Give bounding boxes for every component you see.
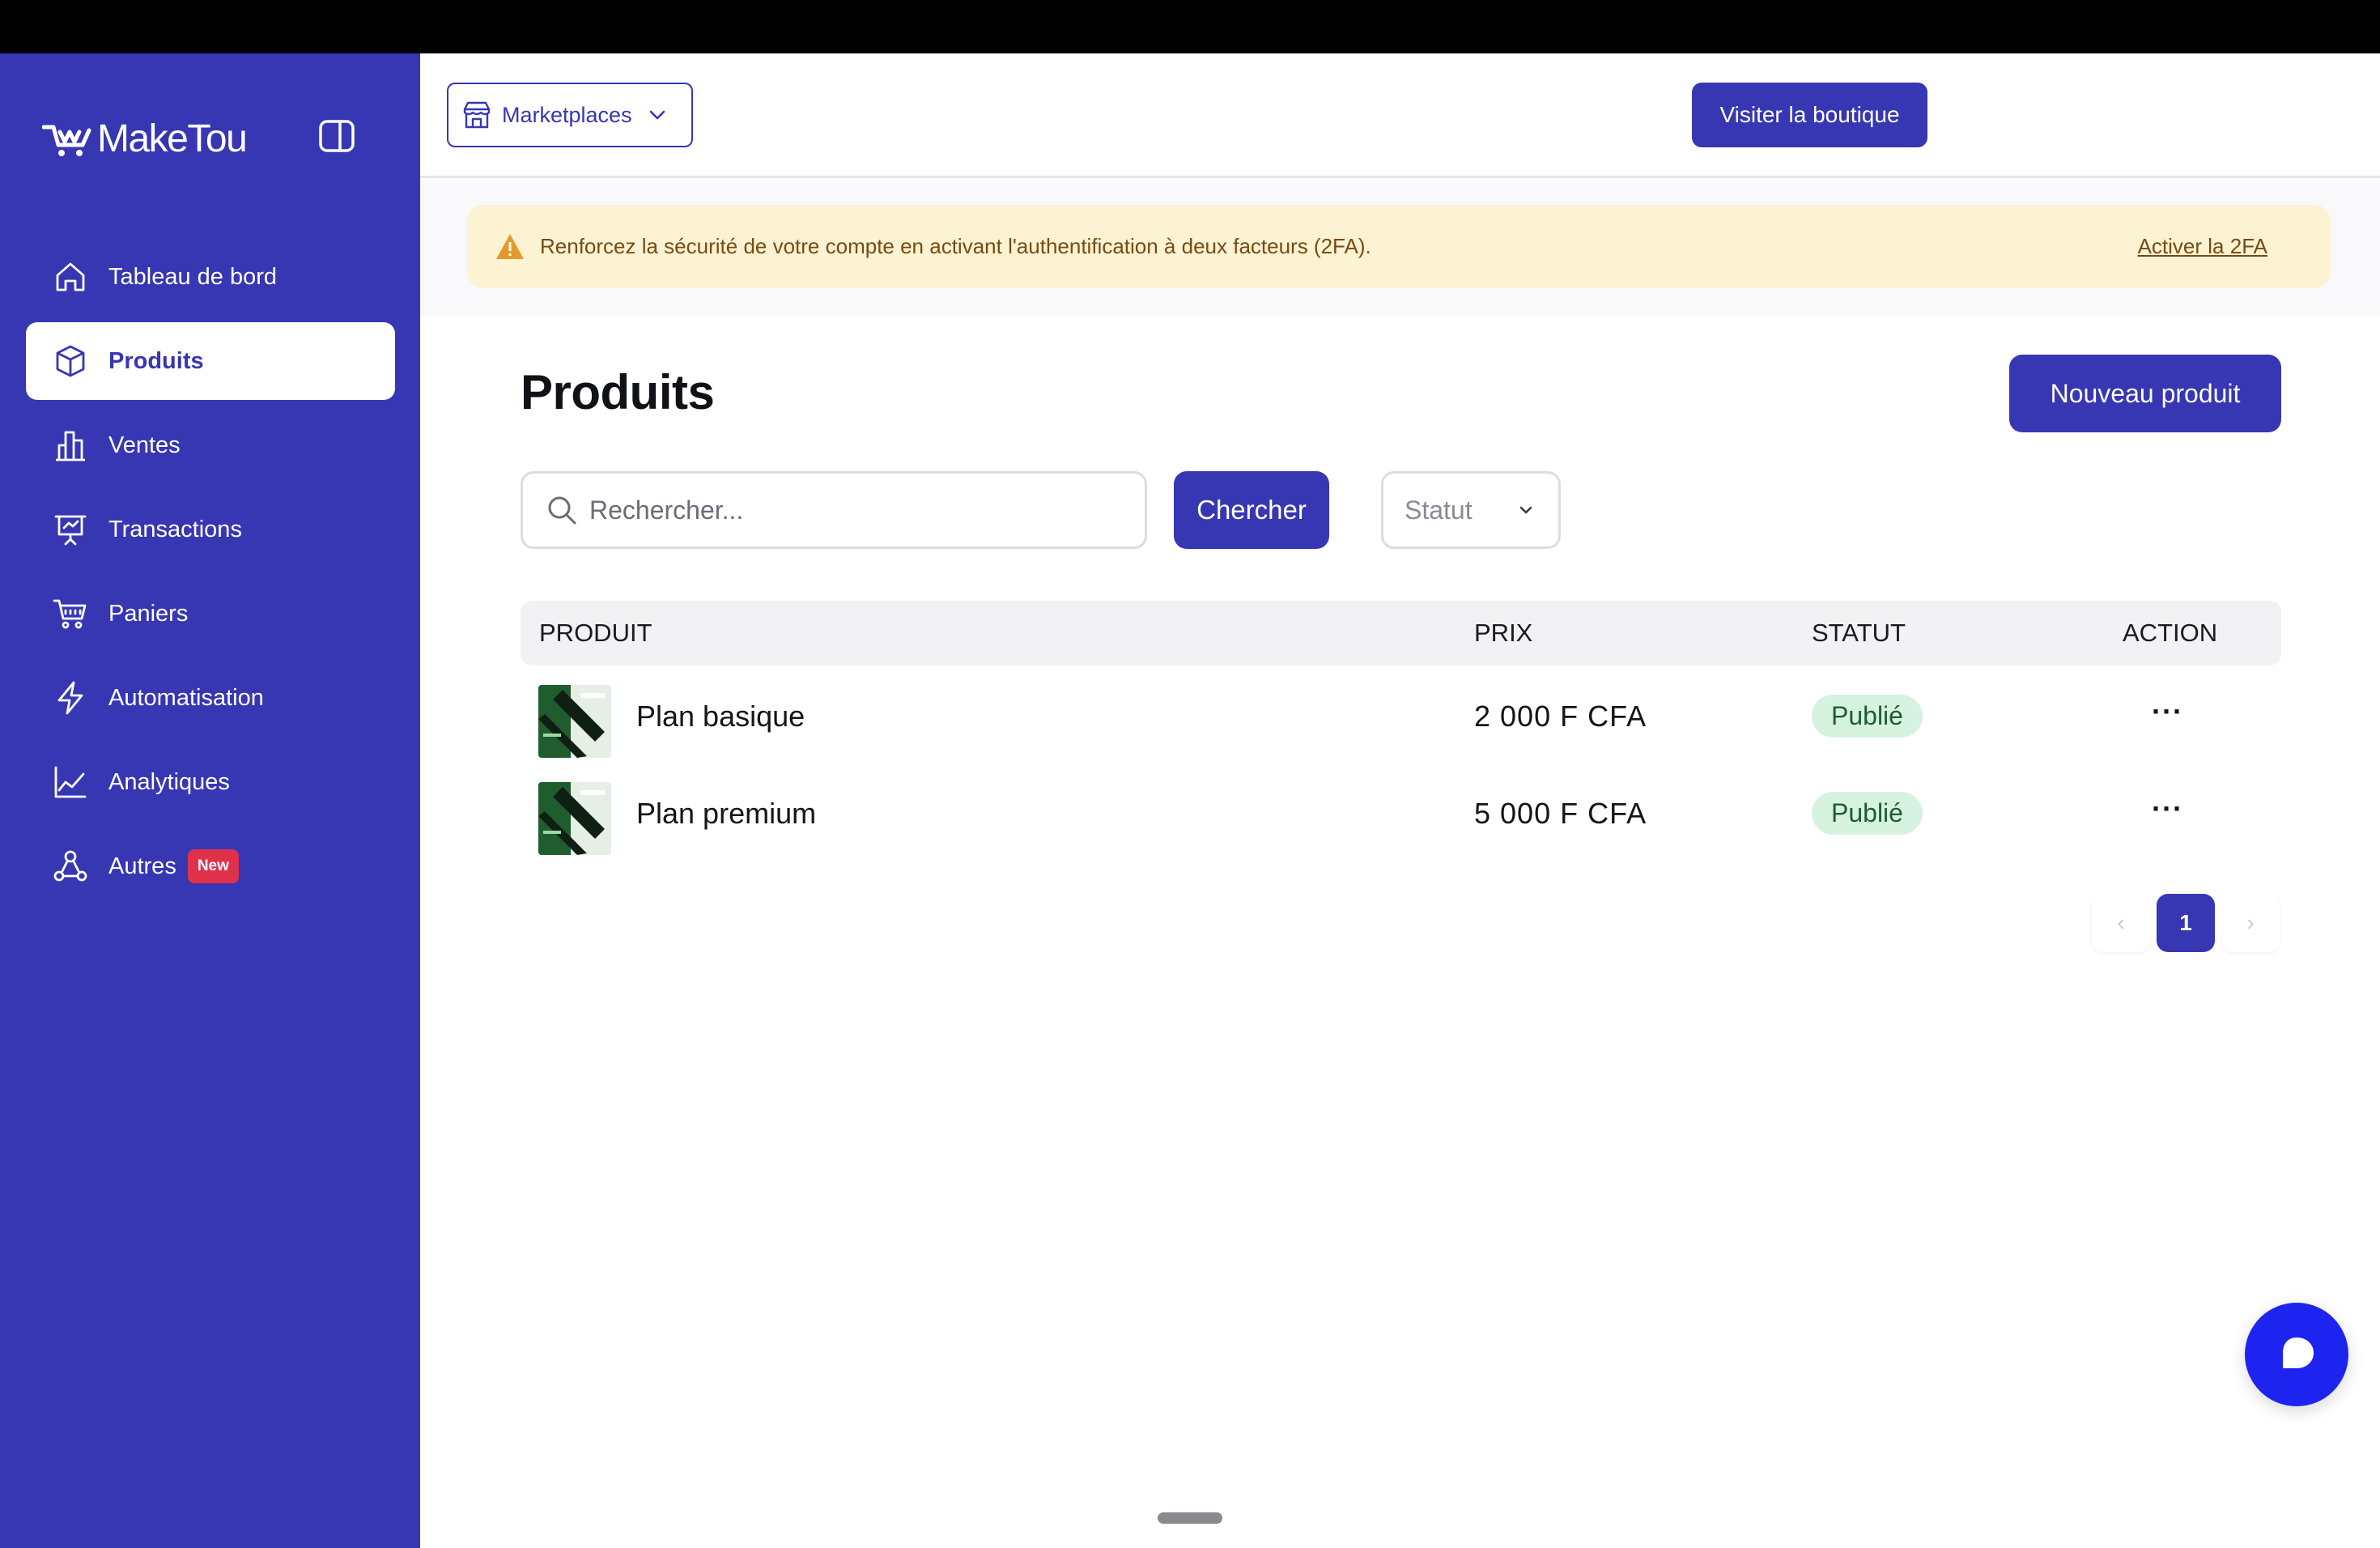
sidebar-nav: Tableau de bord Produits Ventes Transact… bbox=[26, 238, 395, 912]
sidebar-item-label: Paniers bbox=[108, 600, 189, 627]
sidebar-toggle-icon[interactable] bbox=[317, 118, 356, 154]
chat-bubble-icon bbox=[2283, 1337, 2314, 1368]
sidebar: MakeTou Tableau de bord Produits Ventes bbox=[0, 53, 420, 1548]
table-header: PRODUIT PRIX STATUT ACTION bbox=[521, 601, 2281, 666]
line-chart-icon bbox=[52, 763, 89, 801]
page-title: Produits bbox=[521, 365, 715, 419]
visit-shop-button[interactable]: Visiter la boutique bbox=[1692, 83, 1927, 147]
sidebar-item-paniers[interactable]: Paniers bbox=[26, 575, 395, 653]
home-indicator bbox=[1158, 1512, 1222, 1524]
sidebar-item-label: Automatisation bbox=[108, 684, 264, 711]
pagination-page-1[interactable]: 1 bbox=[2157, 894, 2215, 952]
table-row[interactable]: Plan basique 2 000 F CFA Publié ··· bbox=[521, 666, 2281, 763]
search-input[interactable] bbox=[589, 495, 1124, 525]
nodes-icon bbox=[52, 848, 89, 885]
sidebar-item-tableau-de-bord[interactable]: Tableau de bord bbox=[26, 238, 395, 316]
sidebar-item-ventes[interactable]: Ventes bbox=[26, 406, 395, 484]
alert-message: Renforcez la sécurité de votre compte en… bbox=[540, 234, 1371, 258]
column-header-price: PRIX bbox=[1474, 619, 1533, 647]
product-price: 5 000 F CFA bbox=[1474, 797, 1647, 830]
status-filter-label: Statut bbox=[1405, 495, 1473, 525]
sidebar-item-transactions[interactable]: Transactions bbox=[26, 491, 395, 568]
store-icon bbox=[463, 101, 491, 129]
sidebar-item-label: Transactions bbox=[108, 516, 242, 542]
product-name[interactable]: Plan basique bbox=[636, 700, 805, 734]
activate-2fa-link[interactable]: Activer la 2FA bbox=[2138, 234, 2267, 259]
cart-icon bbox=[52, 595, 89, 632]
sidebar-item-automatisation[interactable]: Automatisation bbox=[26, 659, 395, 737]
column-header-status: STATUT bbox=[1812, 619, 1906, 647]
chevron-down-icon bbox=[1519, 506, 1532, 514]
sidebar-item-label: Produits bbox=[108, 347, 204, 374]
row-actions-menu[interactable]: ··· bbox=[2152, 792, 2183, 826]
logo-cart-icon bbox=[42, 125, 91, 156]
product-thumbnail bbox=[538, 685, 611, 758]
sidebar-item-label: Analytiques bbox=[108, 768, 230, 795]
pagination: ‹ 1 › bbox=[2092, 894, 2280, 952]
logo-text: MakeTou bbox=[97, 117, 248, 160]
warning-icon bbox=[496, 233, 524, 259]
security-alert-banner: Renforcez la sécurité de votre compte en… bbox=[467, 205, 2331, 288]
new-product-button[interactable]: Nouveau produit bbox=[2009, 355, 2281, 432]
sidebar-item-produits[interactable]: Produits bbox=[26, 322, 395, 400]
marketplaces-dropdown[interactable]: Marketplaces bbox=[447, 83, 693, 147]
device-status-bar bbox=[0, 0, 2380, 53]
search-button[interactable]: Chercher bbox=[1174, 471, 1329, 549]
lightning-icon bbox=[52, 679, 89, 717]
column-header-product: PRODUIT bbox=[539, 619, 652, 647]
products-table: PRODUIT PRIX STATUT ACTION Plan basique … bbox=[521, 601, 2281, 855]
brand-logo[interactable]: MakeTou bbox=[42, 117, 248, 161]
search-field[interactable] bbox=[521, 471, 1147, 549]
table-row[interactable]: Plan premium 5 000 F CFA Publié ··· bbox=[521, 763, 2281, 860]
new-badge: New bbox=[187, 849, 239, 883]
presentation-icon bbox=[52, 511, 89, 548]
cube-icon bbox=[52, 342, 89, 380]
product-thumbnail bbox=[538, 782, 611, 855]
sidebar-item-label: Ventes bbox=[108, 432, 181, 458]
search-icon bbox=[548, 496, 576, 525]
pagination-next-button[interactable]: › bbox=[2221, 894, 2280, 952]
status-filter-select[interactable]: Statut bbox=[1381, 471, 1561, 549]
sidebar-item-label: Tableau de bord bbox=[108, 263, 277, 290]
bar-chart-icon bbox=[52, 427, 89, 464]
product-price: 2 000 F CFA bbox=[1474, 700, 1647, 733]
product-name[interactable]: Plan premium bbox=[636, 797, 816, 831]
row-actions-menu[interactable]: ··· bbox=[2152, 695, 2183, 729]
status-badge: Publié bbox=[1812, 695, 1923, 738]
marketplaces-label: Marketplaces bbox=[502, 102, 632, 127]
top-bar: Marketplaces Visiter la boutique bbox=[420, 53, 2380, 178]
sidebar-item-label: Autres bbox=[108, 853, 176, 879]
sidebar-item-autres[interactable]: Autres New bbox=[26, 827, 395, 905]
pagination-prev-button[interactable]: ‹ bbox=[2092, 894, 2150, 952]
status-badge: Publié bbox=[1812, 792, 1923, 835]
alert-zone: Renforcez la sécurité de votre compte en… bbox=[420, 181, 2380, 316]
chat-launcher-button[interactable] bbox=[2245, 1303, 2348, 1406]
home-icon bbox=[52, 258, 89, 296]
sidebar-item-analytiques[interactable]: Analytiques bbox=[26, 743, 395, 821]
chevron-down-icon bbox=[649, 110, 665, 120]
column-header-action: ACTION bbox=[2123, 619, 2218, 647]
